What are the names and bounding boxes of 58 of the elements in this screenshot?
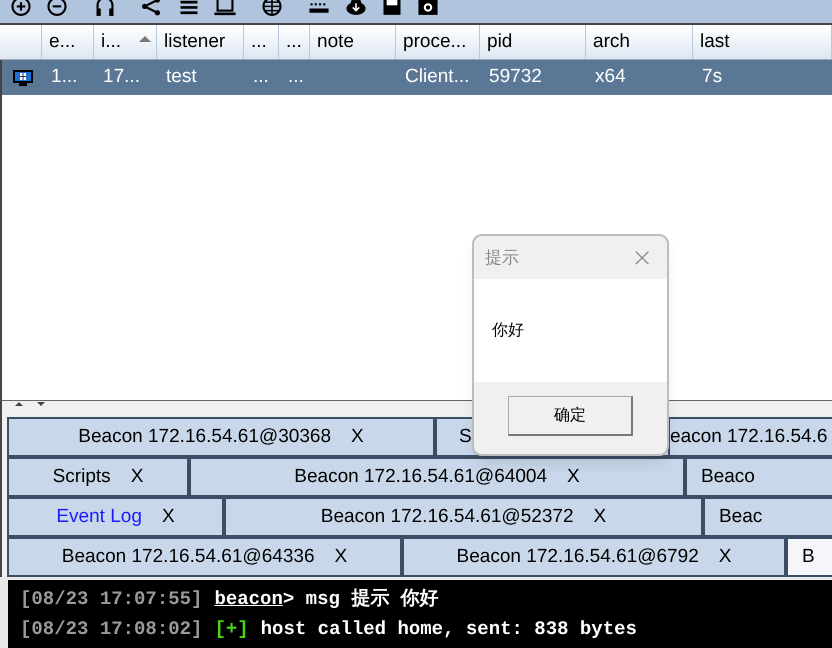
tab[interactable]: Beacon 172.16.54.61@6792 X <box>402 537 786 577</box>
close-tab-button[interactable]: X <box>162 502 175 532</box>
table-cell-text: 7s <box>702 65 722 90</box>
share-icon[interactable] <box>140 0 162 17</box>
table-cell-text: 1... <box>51 65 78 90</box>
command-line: beacon> msg 提示 你好 <box>214 587 439 612</box>
column-header[interactable]: arch <box>586 25 693 59</box>
table-cell-text: 17... <box>103 65 140 90</box>
laptop-icon[interactable] <box>214 0 236 17</box>
tab[interactable]: Beacon 172.16.54.61@64004 X <box>189 457 685 497</box>
cloud-download-icon[interactable] <box>345 0 367 17</box>
column-header[interactable]: e... <box>42 25 94 59</box>
tab[interactable]: eacon 172.16.54.6 <box>670 417 832 457</box>
globe-icon[interactable] <box>261 0 283 17</box>
column-header[interactable]: i... <box>94 25 157 59</box>
tab[interactable]: Beaco <box>685 457 832 497</box>
headphones-icon[interactable] <box>94 0 116 17</box>
column-header[interactable]: proce... <box>396 25 480 59</box>
monitor-icon <box>13 70 33 86</box>
dialog-message: 你好 <box>492 320 524 340</box>
timestamp: [08/23 17:07:55] <box>20 587 202 612</box>
expand-down-icon[interactable] <box>37 402 45 406</box>
column-header[interactable]: last <box>693 25 832 59</box>
column-header[interactable]: note <box>310 25 396 59</box>
camera-icon[interactable] <box>417 0 439 17</box>
close-tab-button[interactable]: X <box>567 462 580 492</box>
log-message: host called home, sent: 838 bytes <box>260 617 637 642</box>
tab[interactable]: B <box>786 537 832 577</box>
tab[interactable]: Beac <box>703 497 832 537</box>
column-header[interactable]: ... <box>244 25 279 59</box>
table-cell-text: x64 <box>595 65 626 90</box>
dialog-title: 提示 <box>485 246 519 269</box>
tab[interactable]: Beacon 172.16.54.61@52372 X <box>224 497 703 537</box>
table-cell-text: test <box>166 65 197 90</box>
tab[interactable]: Scripts X <box>7 457 189 497</box>
table-cell-text: ... <box>288 65 304 90</box>
collapse-up-icon[interactable] <box>15 402 23 406</box>
close-tab-button[interactable]: X <box>351 422 364 452</box>
close-tab-button[interactable]: X <box>334 542 348 572</box>
table-row[interactable]: 1... 17... test ... ... Client... 59732 x64 7s <box>2 60 832 95</box>
status-marker: [+] <box>214 617 249 642</box>
column-header[interactable]: pid <box>480 25 586 59</box>
column-header[interactable]: ... <box>279 25 310 59</box>
tab[interactable]: Beacon 172.16.54.61@30368 X <box>7 417 435 457</box>
timestamp: [08/23 17:08:02] <box>20 617 202 642</box>
add-icon[interactable] <box>10 0 32 17</box>
tab[interactable]: Beacon 172.16.54.61@64336 X <box>7 537 402 577</box>
column-header[interactable]: listener <box>157 25 244 59</box>
close-tab-button[interactable]: X <box>718 542 732 572</box>
tab[interactable]: Event Log X <box>7 497 224 537</box>
remove-icon[interactable] <box>46 0 68 17</box>
table-cell-text: ... <box>253 65 269 90</box>
table-cell-text: Client... <box>405 65 470 90</box>
close-tab-button[interactable]: X <box>594 502 606 532</box>
ok-button[interactable]: 确定 <box>508 396 633 436</box>
close-tab-button[interactable]: X <box>130 462 144 492</box>
menu-icon[interactable] <box>178 0 200 17</box>
table-cell-text: 59732 <box>489 65 542 90</box>
